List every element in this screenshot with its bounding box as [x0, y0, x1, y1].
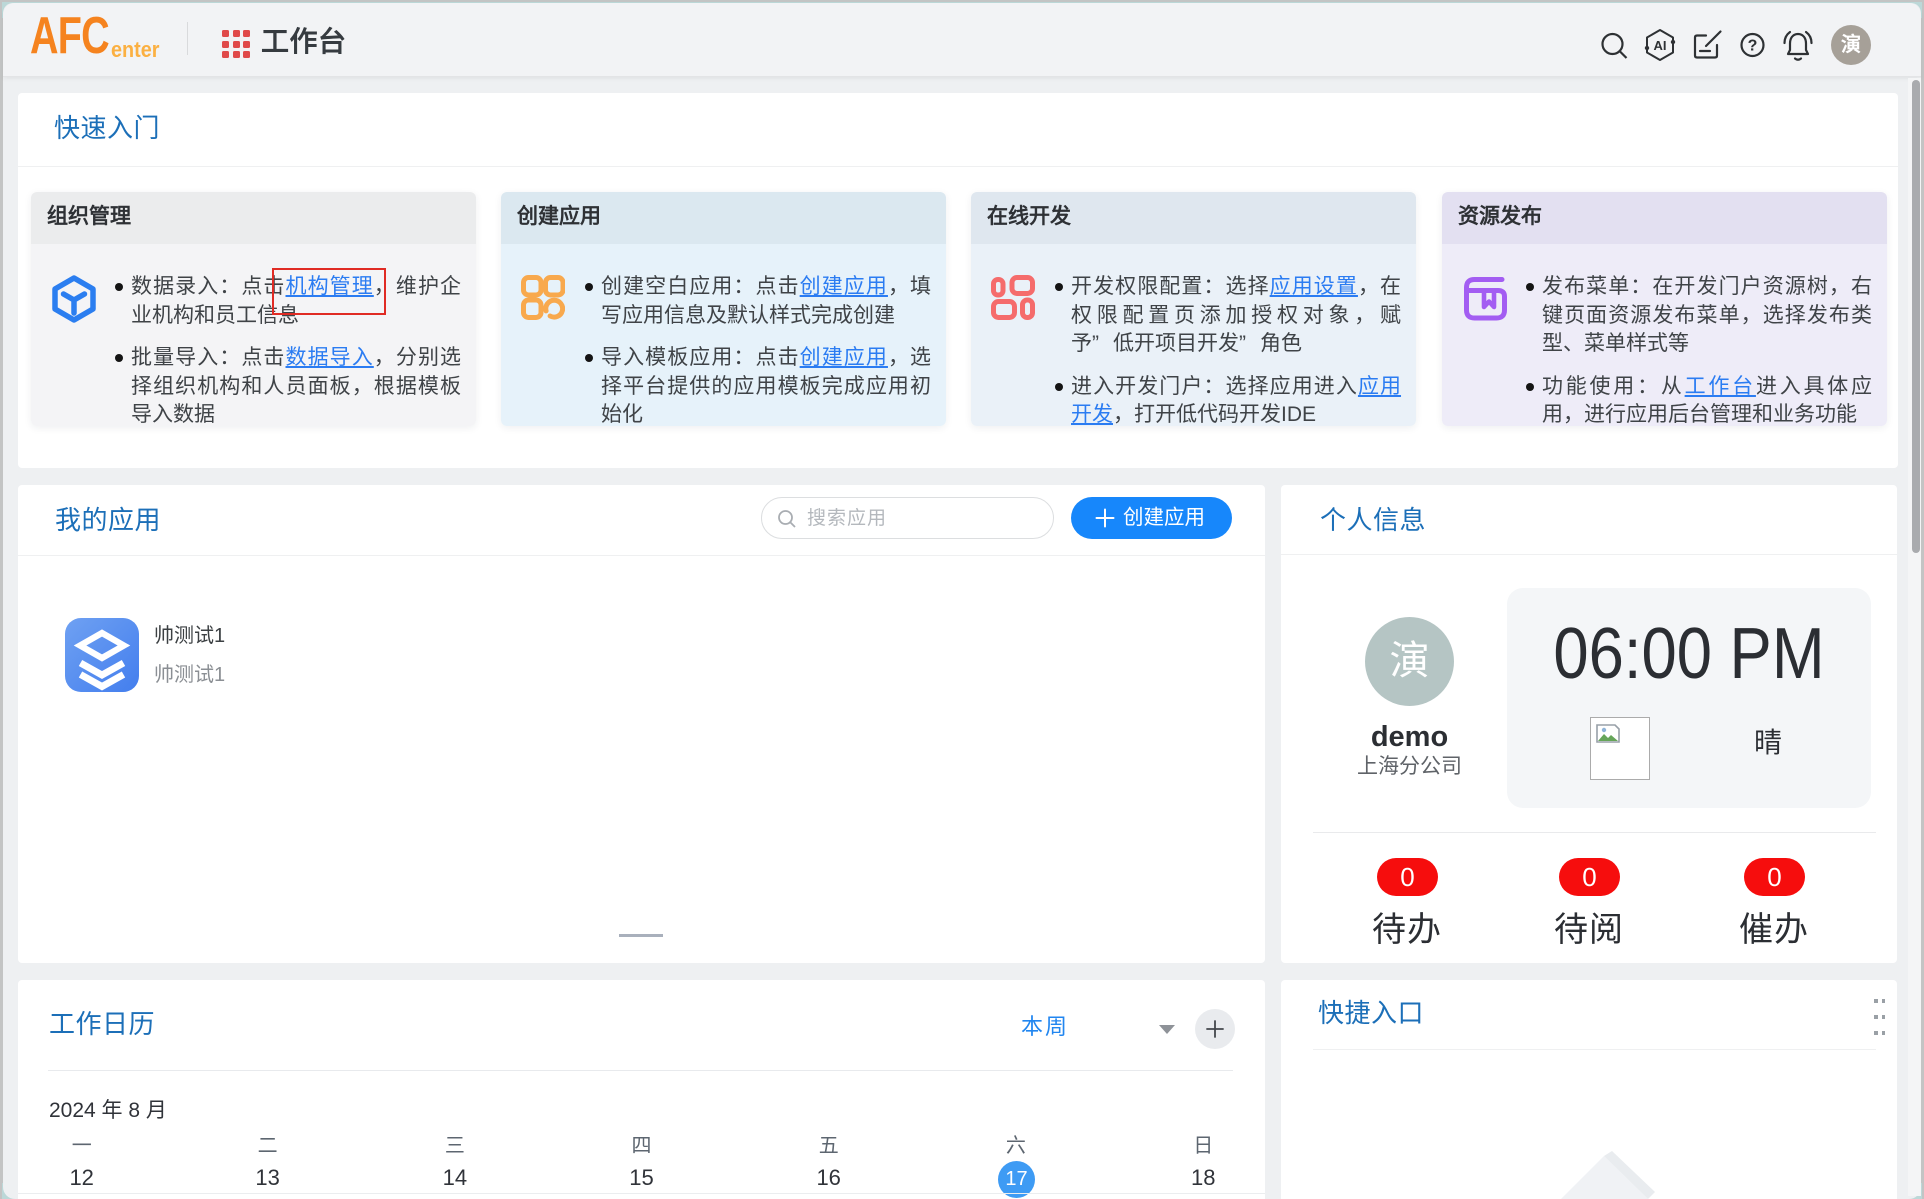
svg-text:?: ?	[1748, 38, 1758, 55]
svg-text:AI: AI	[1654, 38, 1667, 53]
